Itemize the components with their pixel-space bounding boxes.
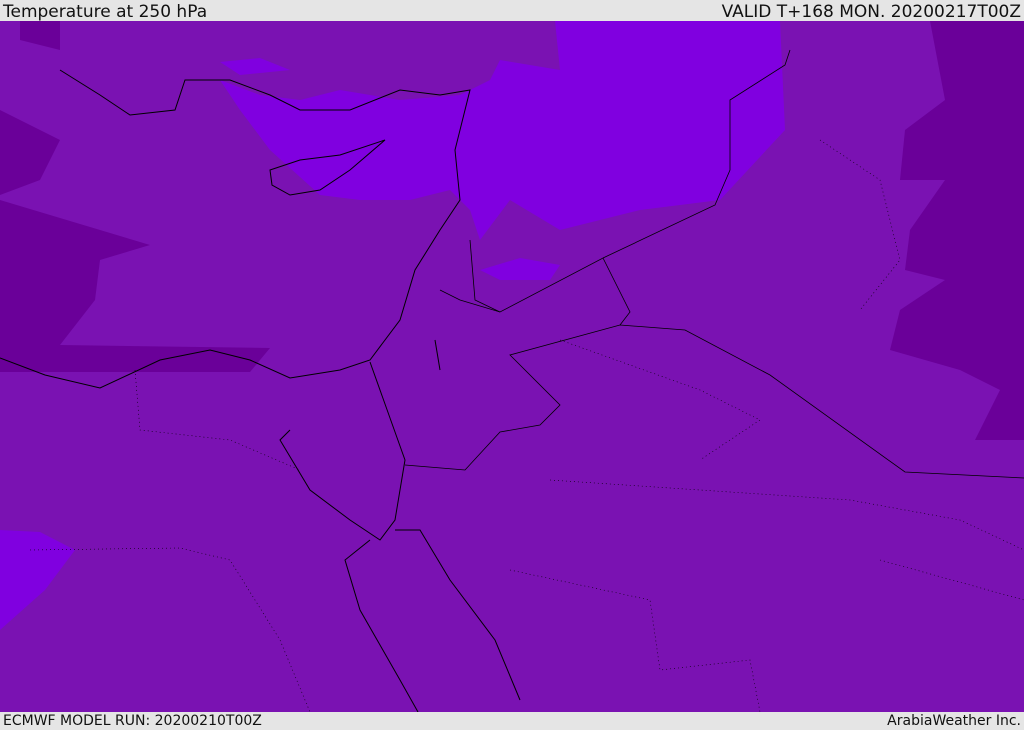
header-bar: Temperature at 250 hPa VALID T+168 MON. … — [0, 0, 1024, 22]
model-run: ECMWF MODEL RUN: 20200210T00Z — [3, 713, 262, 729]
credit: ArabiaWeather Inc. — [887, 713, 1021, 729]
footer-bar: ECMWF MODEL RUN: 20200210T00Z ArabiaWeat… — [0, 712, 1024, 729]
temperature-map — [0, 21, 1024, 712]
